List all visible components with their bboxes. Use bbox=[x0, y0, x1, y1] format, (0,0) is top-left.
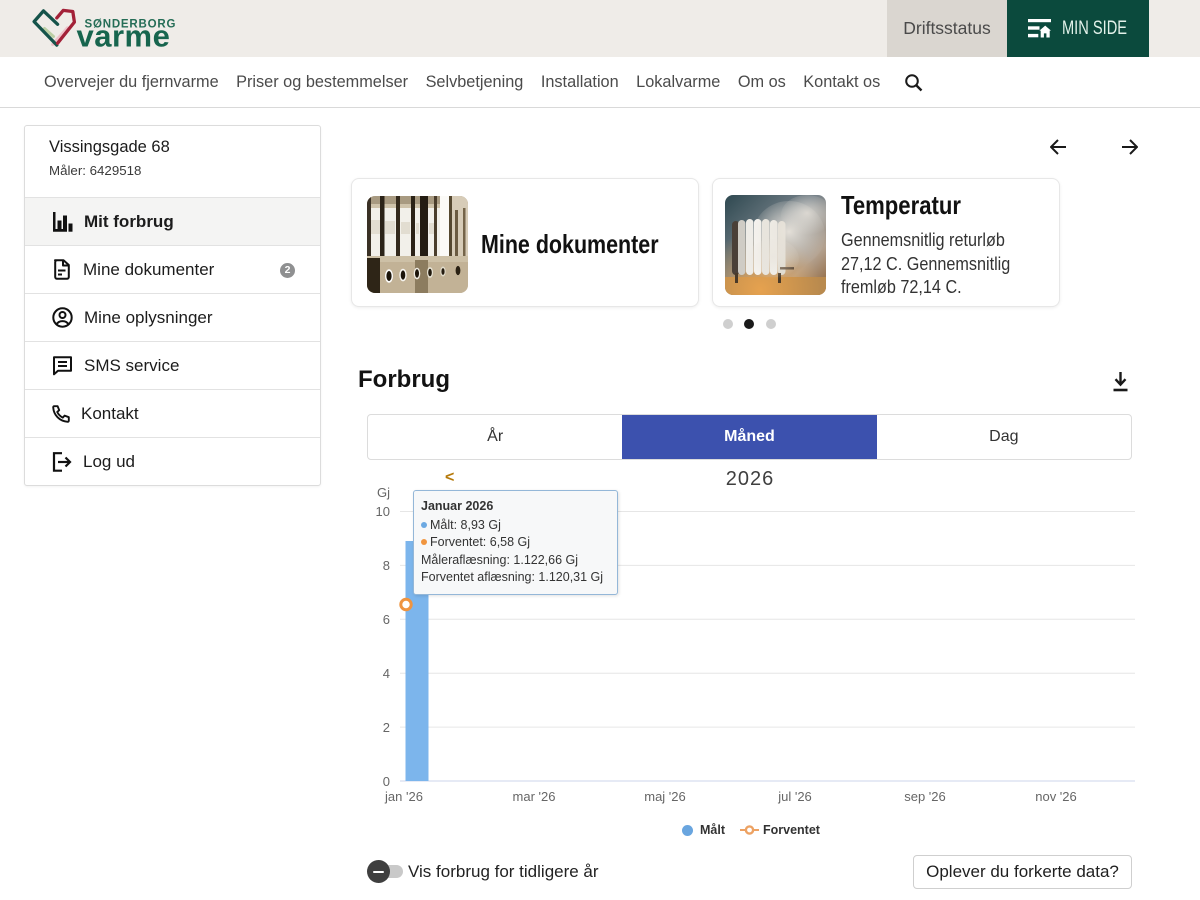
svg-text:jul '26: jul '26 bbox=[777, 789, 812, 804]
svg-text:sep '26: sep '26 bbox=[904, 789, 946, 804]
svg-text:jan '26: jan '26 bbox=[384, 789, 423, 804]
svg-text:8: 8 bbox=[383, 558, 390, 573]
svg-text:0: 0 bbox=[383, 774, 390, 789]
svg-text:6: 6 bbox=[383, 612, 390, 627]
svg-text:2: 2 bbox=[383, 720, 390, 735]
svg-text:maj '26: maj '26 bbox=[644, 789, 686, 804]
svg-text:nov '26: nov '26 bbox=[1035, 789, 1077, 804]
svg-text:4: 4 bbox=[383, 666, 390, 681]
svg-text:mar '26: mar '26 bbox=[513, 789, 556, 804]
svg-text:varme: varme bbox=[77, 19, 171, 54]
svg-text:Gj: Gj bbox=[377, 485, 390, 500]
svg-text:10: 10 bbox=[376, 504, 390, 519]
